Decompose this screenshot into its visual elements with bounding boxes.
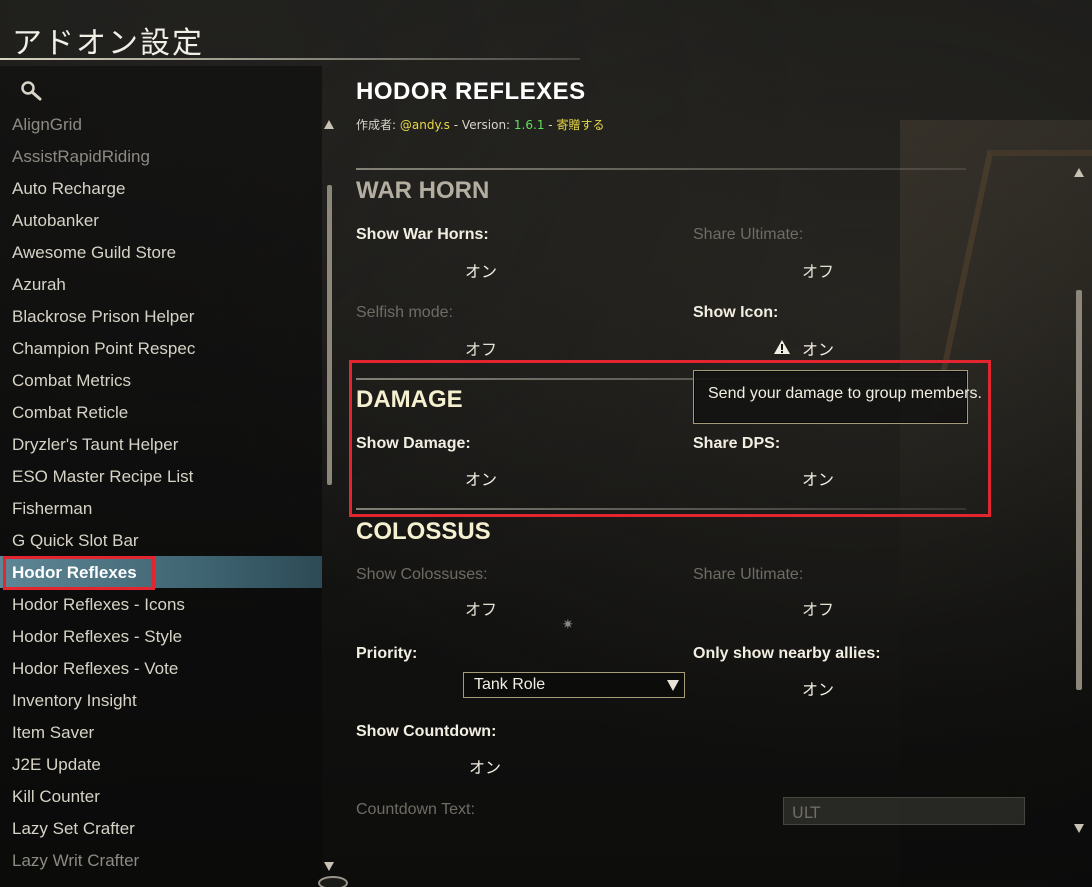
addon-item[interactable]: Azurah — [12, 270, 66, 300]
priority-dropdown[interactable]: Tank Role — [463, 672, 685, 698]
addon-item[interactable]: Fisherman — [12, 494, 92, 524]
addon-item[interactable]: Lazy Writ Crafter — [12, 846, 139, 876]
addon-item[interactable]: Kill Counter — [12, 782, 100, 812]
selected-item-highlight-box — [3, 556, 155, 590]
show-colossuses-label: Show Colossuses: — [356, 566, 488, 583]
page-title: アドオン設定 — [12, 26, 204, 61]
addon-list: AlignGrid AssistRapidRiding Auto Recharg… — [0, 112, 322, 876]
addon-meta: 作成者: @andy.s - Version: 1.6.1 - 寄贈する — [356, 116, 604, 133]
meta-separator: - — [453, 118, 459, 132]
dropdown-arrow-icon — [667, 680, 679, 691]
show-colossuses-toggle[interactable]: オフ — [465, 596, 497, 620]
addon-title: HODOR REFLEXES — [356, 78, 586, 105]
version-number: 1.6.1 — [513, 118, 545, 132]
show-war-horns-label: Show War Horns: — [356, 226, 489, 243]
addon-item[interactable]: Blackrose Prison Helper — [12, 302, 194, 332]
scroll-knob-icon — [318, 876, 348, 887]
addon-item[interactable]: Champion Point Respec — [12, 334, 195, 364]
countdown-text-label: Countdown Text: — [356, 801, 475, 818]
show-countdown-toggle[interactable]: オン — [469, 754, 501, 778]
priority-label: Priority: — [356, 645, 418, 662]
addon-item[interactable]: Dryzler's Taunt Helper — [12, 430, 178, 460]
main-scrollbar-thumb[interactable] — [1076, 290, 1082, 690]
show-icon-toggle[interactable]: オン — [802, 336, 834, 360]
colossus-share-ultimate-toggle[interactable]: オフ — [802, 596, 834, 620]
donate-link[interactable]: 寄贈する — [556, 118, 604, 132]
author-name: @andy.s — [399, 118, 450, 132]
warning-icon — [774, 340, 790, 354]
addon-item[interactable]: G Quick Slot Bar — [12, 526, 139, 556]
addon-item[interactable]: Auto Recharge — [12, 174, 125, 204]
sidebar-scrollbar-thumb[interactable] — [327, 185, 332, 485]
share-ultimate-toggle[interactable]: オフ — [802, 258, 834, 282]
author-label: 作成者: — [356, 118, 397, 132]
addon-item[interactable]: Item Saver — [12, 718, 94, 748]
addon-item[interactable]: Hodor Reflexes - Vote — [12, 654, 178, 684]
addon-item[interactable]: Hodor Reflexes - Icons — [12, 590, 185, 620]
section-divider — [356, 168, 966, 170]
priority-dropdown-value: Tank Role — [474, 676, 546, 693]
show-war-horns-toggle[interactable]: オン — [465, 258, 497, 282]
section-title-colossus: COLOSSUS — [356, 518, 491, 545]
show-icon-label: Show Icon: — [693, 304, 779, 321]
show-countdown-label: Show Countdown: — [356, 723, 497, 740]
countdown-text-input[interactable]: ULT — [783, 797, 1025, 825]
meta-separator: - — [548, 118, 553, 132]
addon-item[interactable]: J2E Update — [12, 750, 101, 780]
selfish-mode-toggle[interactable]: オフ — [465, 336, 497, 360]
addon-item[interactable]: AssistRapidRiding — [12, 142, 150, 172]
search-icon[interactable] — [20, 80, 42, 102]
header-divider — [0, 58, 580, 60]
section-title-war-horn: WAR HORN — [356, 177, 490, 204]
version-label: Version: — [461, 118, 511, 132]
sidebar-scroll-down-icon[interactable] — [324, 862, 334, 871]
main-scroll-up-icon[interactable] — [1074, 168, 1084, 177]
addon-item[interactable]: ESO Master Recipe List — [12, 462, 193, 492]
only-nearby-allies-toggle[interactable]: オン — [802, 676, 834, 700]
countdown-text-value: ULT — [792, 803, 821, 822]
addon-item[interactable]: Awesome Guild Store — [12, 238, 176, 268]
addon-item[interactable]: Combat Metrics — [12, 366, 131, 396]
sparkle-icon: ✷ — [562, 617, 574, 633]
only-nearby-allies-label: Only show nearby allies: — [693, 645, 881, 662]
damage-section-highlight-box — [349, 360, 991, 517]
sidebar-scroll-up-icon[interactable] — [324, 120, 334, 129]
addon-item[interactable]: AlignGrid — [12, 112, 82, 140]
addon-item[interactable]: Autobanker — [12, 206, 99, 236]
addon-item[interactable]: Hodor Reflexes - Style — [12, 622, 182, 652]
addon-item[interactable]: Lazy Set Crafter — [12, 814, 135, 844]
share-ultimate-label: Share Ultimate: — [693, 226, 804, 243]
addon-item[interactable]: Inventory Insight — [12, 686, 137, 716]
addon-item[interactable]: Combat Reticle — [12, 398, 128, 428]
selfish-mode-label: Selfish mode: — [356, 304, 453, 321]
main-scroll-down-icon[interactable] — [1074, 824, 1084, 833]
section-divider — [356, 508, 966, 510]
colossus-share-ultimate-label: Share Ultimate: — [693, 566, 804, 583]
